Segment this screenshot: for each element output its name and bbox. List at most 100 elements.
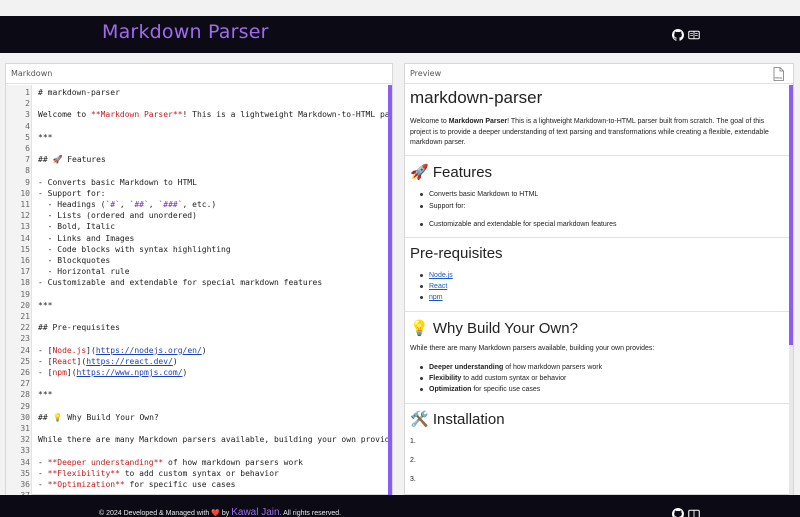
line-number: 35: [20, 468, 30, 478]
line-number: 14: [20, 233, 30, 243]
code-line[interactable]: 25 - [React](https://react.dev/): [6, 356, 392, 367]
line-text: Welcome to **Markdown Parser**! This is …: [38, 110, 392, 120]
line-number: 13: [20, 222, 30, 232]
code-line[interactable]: 1 # markdown-parser: [6, 87, 392, 98]
line-number: 16: [20, 256, 30, 265]
line-number: 9: [25, 177, 30, 187]
list-item: npm: [420, 292, 443, 303]
code-line[interactable]: 11 - Headings (`#`, `##`, `###`, etc.): [6, 199, 392, 210]
code-line[interactable]: 7 ## 🚀 Features: [6, 154, 392, 165]
code-line[interactable]: 20 ***: [6, 300, 392, 311]
code-line[interactable]: 31: [6, 423, 392, 434]
code-line[interactable]: 14 - Links and Images: [6, 233, 392, 244]
link-nodejs[interactable]: Node.js: [429, 272, 453, 279]
link-react[interactable]: React: [429, 283, 447, 290]
line-text: ***: [38, 300, 53, 310]
code-line[interactable]: 32 While there are many Markdown parsers …: [6, 434, 392, 445]
code-line[interactable]: 9 - Converts basic Markdown to HTML: [6, 177, 392, 188]
code-line[interactable]: 12 - Lists (ordered and unordered): [6, 210, 392, 221]
code-line[interactable]: 26 - [npm](https://www.npmjs.com/): [6, 367, 392, 378]
preview-prereq-heading: Pre-requisites: [410, 245, 503, 262]
list-item: Flexibility to add custom syntax or beha…: [420, 373, 566, 384]
code-line[interactable]: 8: [6, 165, 392, 176]
code-line[interactable]: 5 ***: [6, 132, 392, 143]
preview-why-text: While there are many Markdown parsers av…: [410, 345, 655, 352]
code-line[interactable]: 28 ***: [6, 389, 392, 400]
app-header: Markdown Parser: [0, 16, 800, 53]
book-icon[interactable]: [688, 29, 700, 41]
github-icon[interactable]: [672, 508, 684, 517]
link-npm[interactable]: npm: [429, 294, 443, 301]
line-number: 22: [20, 323, 30, 333]
line-number: 3: [25, 110, 30, 120]
code-line[interactable]: 4: [6, 121, 392, 132]
code-line[interactable]: 17 - Horizontal rule: [6, 266, 392, 277]
line-text: - **Optimization** for specific use case…: [38, 480, 236, 489]
book-icon[interactable]: [688, 508, 700, 517]
divider: [405, 155, 789, 156]
code-line[interactable]: 34 - **Deeper understanding** of how mark…: [6, 457, 392, 468]
ordered-item: 3.: [410, 476, 416, 483]
line-text: # markdown-parser: [38, 88, 120, 97]
list-item: Converts basic Markdown to HTML: [420, 189, 538, 200]
github-icon[interactable]: [672, 29, 684, 41]
author-link[interactable]: Kawal Jain: [231, 507, 279, 517]
line-number: 19: [20, 289, 30, 299]
html-file-label: HTML: [775, 76, 783, 80]
divider: [405, 311, 789, 312]
code-line[interactable]: 29: [6, 401, 392, 412]
code-line[interactable]: 2: [6, 98, 392, 109]
code-line[interactable]: 23: [6, 333, 392, 344]
code-line[interactable]: 35 - **Flexibility** to add custom syntax…: [6, 468, 392, 479]
code-line[interactable]: 24 - [Node.js](https://nodejs.org/en/): [6, 345, 392, 356]
code-line[interactable]: 27: [6, 378, 392, 389]
list-item: React: [420, 281, 447, 292]
code-line[interactable]: 15 - Code blocks with syntax highlightin…: [6, 244, 392, 255]
preview-content: markdown-parser Welcome to Markdown Pars…: [405, 85, 793, 495]
code-line[interactable]: 6: [6, 143, 392, 154]
ordered-item: 2.: [410, 457, 416, 464]
markdown-editor[interactable]: 1 # markdown-parser 2 3 Welcome to **Markdow…: [6, 85, 392, 495]
ordered-item: 1.: [410, 438, 416, 445]
editor-scrollbar[interactable]: [388, 85, 392, 495]
heart-icon: ❤️: [211, 510, 220, 517]
line-number: 21: [20, 312, 30, 321]
line-number: 34: [20, 457, 30, 467]
code-line[interactable]: 33: [6, 445, 392, 456]
code-line[interactable]: 3 Welcome to **Markdown Parser**! This is…: [6, 109, 392, 120]
line-text: ## Pre-requisites: [38, 323, 120, 333]
line-number: 10: [20, 188, 30, 198]
line-number: 2: [25, 99, 30, 109]
divider: [405, 403, 789, 404]
line-number: 5: [25, 132, 30, 142]
editor-scrollbar-thumb[interactable]: [388, 85, 392, 495]
code-line[interactable]: 22 ## Pre-requisites: [6, 322, 392, 333]
line-text: ## 💡 Why Build Your Own?: [38, 412, 159, 422]
list-item: Deeper understanding of how markdown par…: [420, 362, 602, 373]
code-line[interactable]: 19: [6, 289, 392, 300]
line-number: 7: [25, 155, 30, 165]
line-number: 17: [20, 267, 30, 277]
preview-panel-header: Preview HTML: [405, 64, 793, 84]
app-footer: © 2024 Developed & Managed with ❤️ by Ka…: [0, 495, 800, 517]
preview-install-heading: 🛠️ Installation: [410, 411, 505, 428]
preview-scrollbar-thumb[interactable]: [789, 85, 793, 345]
line-text: - Support for:: [38, 188, 106, 198]
html-file-icon[interactable]: HTML: [773, 67, 784, 81]
code-line[interactable]: 18 - Customizable and extendable for spec…: [6, 277, 392, 288]
code-line[interactable]: 10 - Support for:: [6, 188, 392, 199]
preview-panel-label: Preview: [410, 69, 442, 78]
line-text: - [React](https://react.dev/): [38, 356, 178, 366]
preview-h1: markdown-parser: [410, 88, 543, 107]
line-number: 30: [20, 412, 30, 422]
browser-top-strip: [0, 0, 800, 16]
code-line[interactable]: 36 - **Optimization** for specific use ca…: [6, 479, 392, 490]
code-line[interactable]: 30 ## 💡 Why Build Your Own?: [6, 412, 392, 423]
code-line[interactable]: 16 - Blockquotes: [6, 255, 392, 266]
code-line[interactable]: 13 - Bold, Italic: [6, 221, 392, 232]
code-line[interactable]: 21: [6, 311, 392, 322]
line-number: 18: [20, 278, 30, 288]
line-text: - Links and Images: [38, 233, 135, 243]
markdown-panel: Markdown 1 # markdown-parser 2 3 Welcome to …: [5, 63, 393, 495]
preview-scrollbar[interactable]: [789, 85, 793, 495]
